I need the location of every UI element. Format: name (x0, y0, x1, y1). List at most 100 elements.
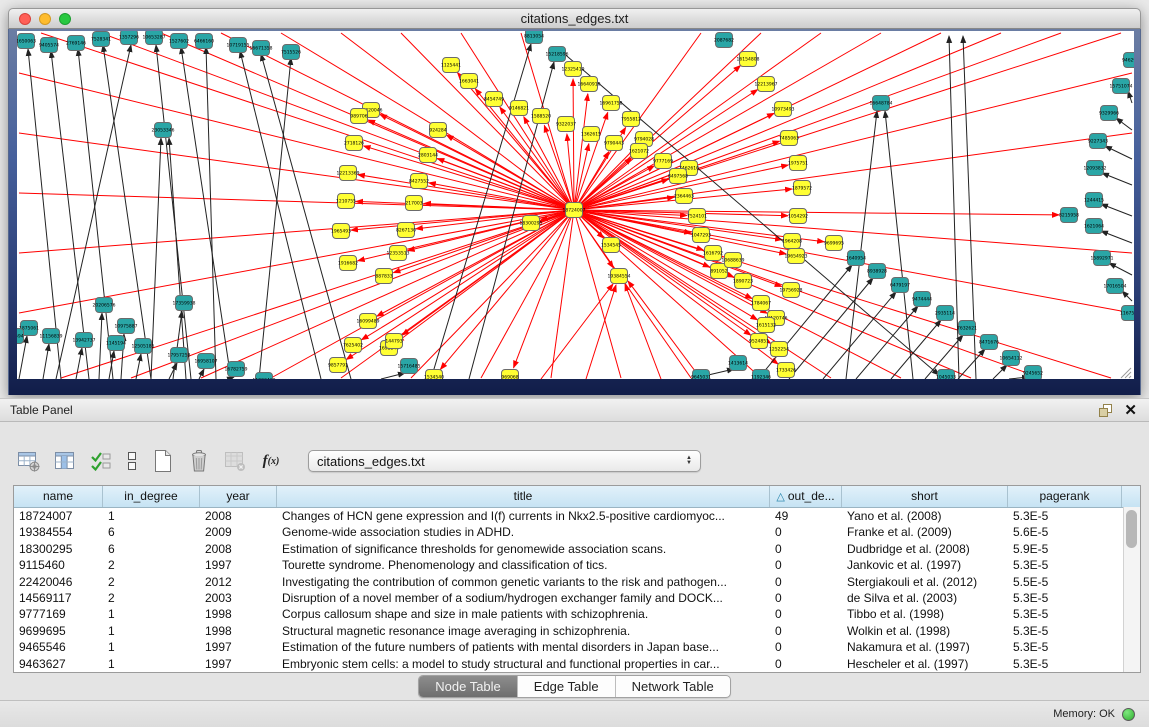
graph-node-label: 16958107 (195, 359, 218, 365)
column-header-pagerank[interactable]: pagerank (1008, 486, 1122, 507)
graph-node-label: 16640910 (578, 82, 601, 88)
table-row[interactable]: 1456911722003Disruption of a novel membe… (14, 590, 1140, 606)
close-panel-icon[interactable]: ✕ (1124, 400, 1137, 422)
column-header-short[interactable]: short (842, 486, 1008, 507)
close-window-icon[interactable] (19, 13, 31, 25)
graph-node-label: 1621072 (629, 149, 649, 155)
table-cell: Jankovic et al. (1997) (842, 557, 1008, 573)
graph-node-label: 10973493 (772, 107, 795, 113)
graph-node-label: 9699695 (824, 241, 844, 247)
graph-node-label: 16782759 (225, 367, 248, 373)
graph-node-label: 1650063 (17, 39, 36, 45)
table-cell: Wolkin et al. (1998) (842, 623, 1008, 639)
column-header-year[interactable]: year (200, 486, 277, 507)
graph-node-label: 391594 (17, 334, 24, 340)
minimize-window-icon[interactable] (39, 13, 51, 25)
graph-edge (457, 73, 574, 210)
graph-node-label: 8267130 (396, 228, 416, 234)
table-cell: 5.3E-5 (1008, 656, 1122, 672)
delete-trash-icon[interactable] (184, 446, 214, 476)
graph-node-label: 1916682 (338, 261, 358, 267)
table-cell: Disruption of a novel member of a sodium… (277, 590, 770, 606)
table-select-dropdown[interactable]: citations_edges.txt ▲▼ (308, 450, 701, 472)
graph-node-label: 12213369 (337, 171, 360, 177)
graph-edge (156, 45, 191, 379)
table-cell: 5.9E-5 (1008, 541, 1122, 557)
graph-node-label: 1047293 (691, 233, 711, 239)
table-cell: 5.6E-5 (1008, 524, 1122, 540)
graph-node-label: 8938928 (867, 269, 887, 275)
graph-edge (574, 210, 1132, 253)
graph-node-label: 16671358 (250, 46, 273, 52)
graph-node-label: 1965493 (331, 229, 351, 235)
show-columns-icon[interactable] (50, 446, 80, 476)
graph-node-label: 8454749 (484, 97, 504, 103)
column-header-in_degree[interactable]: in_degree (103, 486, 200, 507)
table-cell: 2 (103, 557, 200, 573)
column-header-name[interactable]: name (14, 486, 103, 507)
graph-edge (574, 210, 761, 378)
canvas-resize-grip[interactable] (1129, 376, 1131, 378)
graph-node-label: 16154808 (737, 57, 760, 63)
column-header-out_de[interactable]: △out_de... (770, 486, 842, 507)
select-rows-icon[interactable] (86, 446, 116, 476)
table-row[interactable]: 1830029562008Estimation of significance … (14, 541, 1140, 557)
table-row[interactable]: 1938455462009Genome-wide association stu… (14, 524, 1140, 540)
graph-node-label: 17359938 (173, 301, 196, 307)
graph-node-label: 12505185 (132, 344, 155, 350)
table-cell: de Silva et al. (2003) (842, 590, 1008, 606)
table-scrollbar[interactable] (1123, 507, 1140, 672)
create-column-icon[interactable] (148, 446, 178, 476)
graph-node-label: 891052 (710, 269, 727, 275)
graph-node-label: 9462901 (1122, 58, 1134, 64)
tab-node-table[interactable]: Node Table (419, 676, 518, 697)
table-toolbar: f(x) citations_edges.txt ▲▼ (14, 444, 701, 478)
table-cell: 6 (103, 541, 200, 557)
graph-node-label: 1054292 (788, 214, 808, 220)
column-header-title[interactable]: title (277, 486, 770, 507)
table-cell: 2008 (200, 508, 277, 524)
tab-network-table[interactable]: Network Table (616, 676, 730, 697)
table-cell: 22420046 (14, 574, 103, 590)
network-canvas[interactable]: 1650063940557427691467528341135729610653… (17, 31, 1134, 379)
table-row[interactable]: 977716911998Corpus callosum shape and si… (14, 606, 1140, 622)
window-titlebar[interactable]: citations_edges.txt (8, 8, 1141, 29)
table-row[interactable]: 911546021997Tourette syndrome. Phenomeno… (14, 557, 1140, 573)
table-cell: 1997 (200, 639, 277, 655)
graph-edge (41, 33, 574, 210)
table-cell: Changes of HCN gene expression and I(f) … (277, 508, 770, 524)
table-cell: 5.3E-5 (1008, 557, 1122, 573)
table-row[interactable]: 946362711997Embryonic stem cells: a mode… (14, 656, 1140, 672)
table-row[interactable]: 969969511998Structural magnetic resonanc… (14, 623, 1140, 639)
table-mode-icon[interactable] (122, 446, 142, 476)
table-settings-icon[interactable] (14, 446, 44, 476)
delete-table-icon[interactable] (220, 446, 250, 476)
scrollbar-thumb[interactable] (1126, 510, 1137, 548)
graph-node-label: 9405574 (39, 43, 59, 49)
tab-edge-table[interactable]: Edge Table (518, 676, 616, 697)
graph-node-label: 12213967 (755, 82, 778, 88)
table-cell: 18300295 (14, 541, 103, 557)
table-row[interactable]: 1872400712008Changes of HCN gene express… (14, 508, 1140, 524)
graph-node-label: 1210755 (336, 199, 356, 205)
graph-node-label: 11156839 (40, 334, 63, 340)
table-panel-title: Table Panel (10, 399, 73, 421)
table-cell: 2012 (200, 574, 277, 590)
graph-edge (628, 281, 701, 379)
graph-edge (431, 44, 531, 379)
table-cell: Hescheler et al. (1997) (842, 656, 1008, 672)
window-title: citations_edges.txt (9, 9, 1140, 28)
function-builder-icon[interactable]: f(x) (256, 446, 286, 476)
table-row[interactable]: 2242004622012Investigating the contribut… (14, 574, 1140, 590)
graph-node-label: 1527602 (169, 39, 189, 45)
graph-edge (346, 210, 574, 360)
table-cell: 0 (770, 656, 842, 672)
traffic-lights (19, 13, 71, 25)
table-cell: 0 (770, 590, 842, 606)
table-cell: 0 (770, 557, 842, 573)
table-row[interactable]: 946554611997Estimation of the future num… (14, 639, 1140, 655)
zoom-window-icon[interactable] (59, 13, 71, 25)
float-panel-icon[interactable] (1098, 403, 1113, 418)
memory-ok-icon[interactable] (1122, 708, 1135, 721)
attribute-table: namein_degreeyeartitle△out_de...shortpag… (13, 485, 1141, 673)
